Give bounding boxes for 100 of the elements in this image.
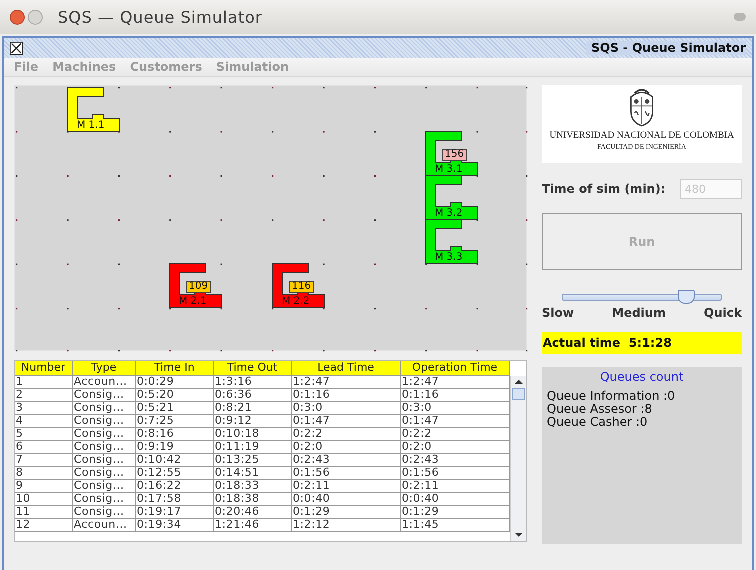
machine-label: M 2.2 — [282, 296, 310, 307]
table-cell: 1:2:12 — [292, 519, 401, 532]
table-cell: 5 — [15, 428, 73, 441]
table-cell: 0:0:40 — [292, 493, 401, 506]
table-cell: 0:9:12 — [214, 415, 292, 428]
table-cell: 0:19:17 — [136, 506, 214, 519]
table-cell: Consig... — [73, 454, 136, 467]
table-cell: Accoun... — [73, 376, 136, 389]
table-cell: 0:18:33 — [214, 480, 292, 493]
table-cell: 10 — [15, 493, 73, 506]
table-cell: Consig... — [73, 493, 136, 506]
table-cell: 0:9:19 — [136, 441, 214, 454]
table-cell: 1:3:16 — [214, 376, 292, 389]
table-cell: 0:10:18 — [214, 428, 292, 441]
table-cell: 0:5:21 — [136, 402, 214, 415]
table-cell: 1:2:47 — [292, 376, 401, 389]
table-cell: 0:12:55 — [136, 467, 214, 480]
column-header[interactable]: Operation Time — [401, 361, 510, 376]
table-cell: 0:0:29 — [136, 376, 214, 389]
table-cell: 0:10:42 — [136, 454, 214, 467]
table-cell: Consig... — [73, 506, 136, 519]
column-header[interactable]: Lead Time — [292, 361, 401, 376]
column-header[interactable]: Time In — [136, 361, 214, 376]
scroll-thumb[interactable] — [512, 388, 525, 400]
table-cell: Consig... — [73, 480, 136, 493]
queue-line: Queue Casher :0 — [547, 416, 649, 429]
table-cell: 6 — [15, 441, 73, 454]
column-header[interactable]: Type — [73, 361, 136, 376]
table-cell: Consig... — [73, 415, 136, 428]
machine-label: M 3.2 — [435, 208, 463, 219]
table-cell: Consig... — [73, 441, 136, 454]
table-cell: 1:21:46 — [214, 519, 292, 532]
table-cell: Consig... — [73, 467, 136, 480]
machine-shape[interactable] — [169, 263, 222, 308]
table-cell: 12 — [15, 519, 73, 532]
table-cell: 2 — [15, 389, 73, 402]
slider-thumb[interactable] — [678, 290, 696, 304]
table-cell: 0:1:56 — [292, 467, 401, 480]
table-cell: 0:11:19 — [214, 441, 292, 454]
table-cell: 0:1:47 — [292, 415, 401, 428]
queue-count-badge: 156 — [442, 149, 468, 161]
table-cell: 0:19:34 — [136, 519, 214, 532]
window-title: SQS — Queue Simulator — [58, 8, 264, 26]
frame-title: SQS - Queue Simulator — [586, 41, 746, 55]
sim-time-label: Time of sim (min): — [542, 182, 666, 196]
queues-title: Queues count — [599, 370, 685, 384]
table-cell: 0:18:38 — [214, 493, 292, 506]
table-cell: 0:6:36 — [214, 389, 292, 402]
table-cell: 8 — [15, 467, 73, 480]
scroll-down-icon[interactable] — [514, 533, 522, 537]
table-cell: 0:20:46 — [214, 506, 292, 519]
machine-shape[interactable] — [425, 175, 478, 220]
column-header[interactable]: Number — [15, 361, 73, 376]
table-cell: 0:2:2 — [292, 428, 401, 441]
table-cell: 0:1:29 — [292, 506, 401, 519]
scroll-up-icon[interactable] — [514, 380, 522, 384]
queue-line: Queue Information :0 — [547, 390, 676, 403]
actual-time: Actual time 5:1:28 — [542, 332, 742, 354]
table-cell: 0:1:16 — [292, 389, 401, 402]
speed-label: Quick — [704, 306, 742, 320]
machine-shape[interactable] — [67, 87, 120, 132]
table-cell: 0:2:11 — [292, 480, 401, 493]
table-cell: 1 — [15, 376, 73, 389]
machine-label: M 3.1 — [435, 164, 463, 175]
table-cell: 0:3:0 — [292, 402, 401, 415]
machine-shape[interactable] — [272, 263, 325, 308]
table-cell: 0:5:20 — [136, 389, 214, 402]
table-cell: 0:7:25 — [136, 415, 214, 428]
table-cell: 0:2:0 — [292, 441, 401, 454]
table-cell: 0:17:58 — [136, 493, 214, 506]
table-cell: Consig... — [73, 389, 136, 402]
column-header[interactable]: Time Out — [214, 361, 292, 376]
speed-label: Slow — [542, 306, 574, 320]
table-cell: 0:16:22 — [136, 480, 214, 493]
table-cell: 0:8:16 — [136, 428, 214, 441]
table-cell: 0:14:51 — [214, 467, 292, 480]
table-cell: 11 — [15, 506, 73, 519]
table-cell: 0:2:43 — [292, 454, 401, 467]
close-icon[interactable] — [10, 42, 23, 54]
table-cell: 3 — [15, 402, 73, 415]
table-cell: 1:2:47 — [401, 376, 510, 389]
scrollbar[interactable] — [510, 376, 526, 541]
queue-count-badge: 109 — [186, 281, 212, 293]
queue-count-badge: 116 — [289, 281, 314, 293]
table-cell: 9 — [15, 480, 73, 493]
university-name: UNIVERSIDAD NACIONAL DE COLOMBIA — [550, 131, 734, 141]
table-cell: Consig... — [73, 402, 136, 415]
queue-line: Queue Assesor :8 — [547, 403, 654, 416]
speed-label: Medium — [612, 306, 666, 320]
table-cell: 0:8:21 — [214, 402, 292, 415]
table-cell: 0:13:25 — [214, 454, 292, 467]
machine-shape[interactable] — [425, 219, 478, 264]
machine-label: M 1.1 — [77, 120, 105, 131]
machine-label: M 3.3 — [435, 252, 463, 263]
table-cell: 4 — [15, 415, 73, 428]
table-cell: 7 — [15, 454, 73, 467]
speed-slider[interactable] — [562, 290, 722, 304]
machine-label: M 2.1 — [179, 296, 207, 307]
table-cell: Accoun... — [73, 519, 136, 532]
table-cell: Consig... — [73, 428, 136, 441]
